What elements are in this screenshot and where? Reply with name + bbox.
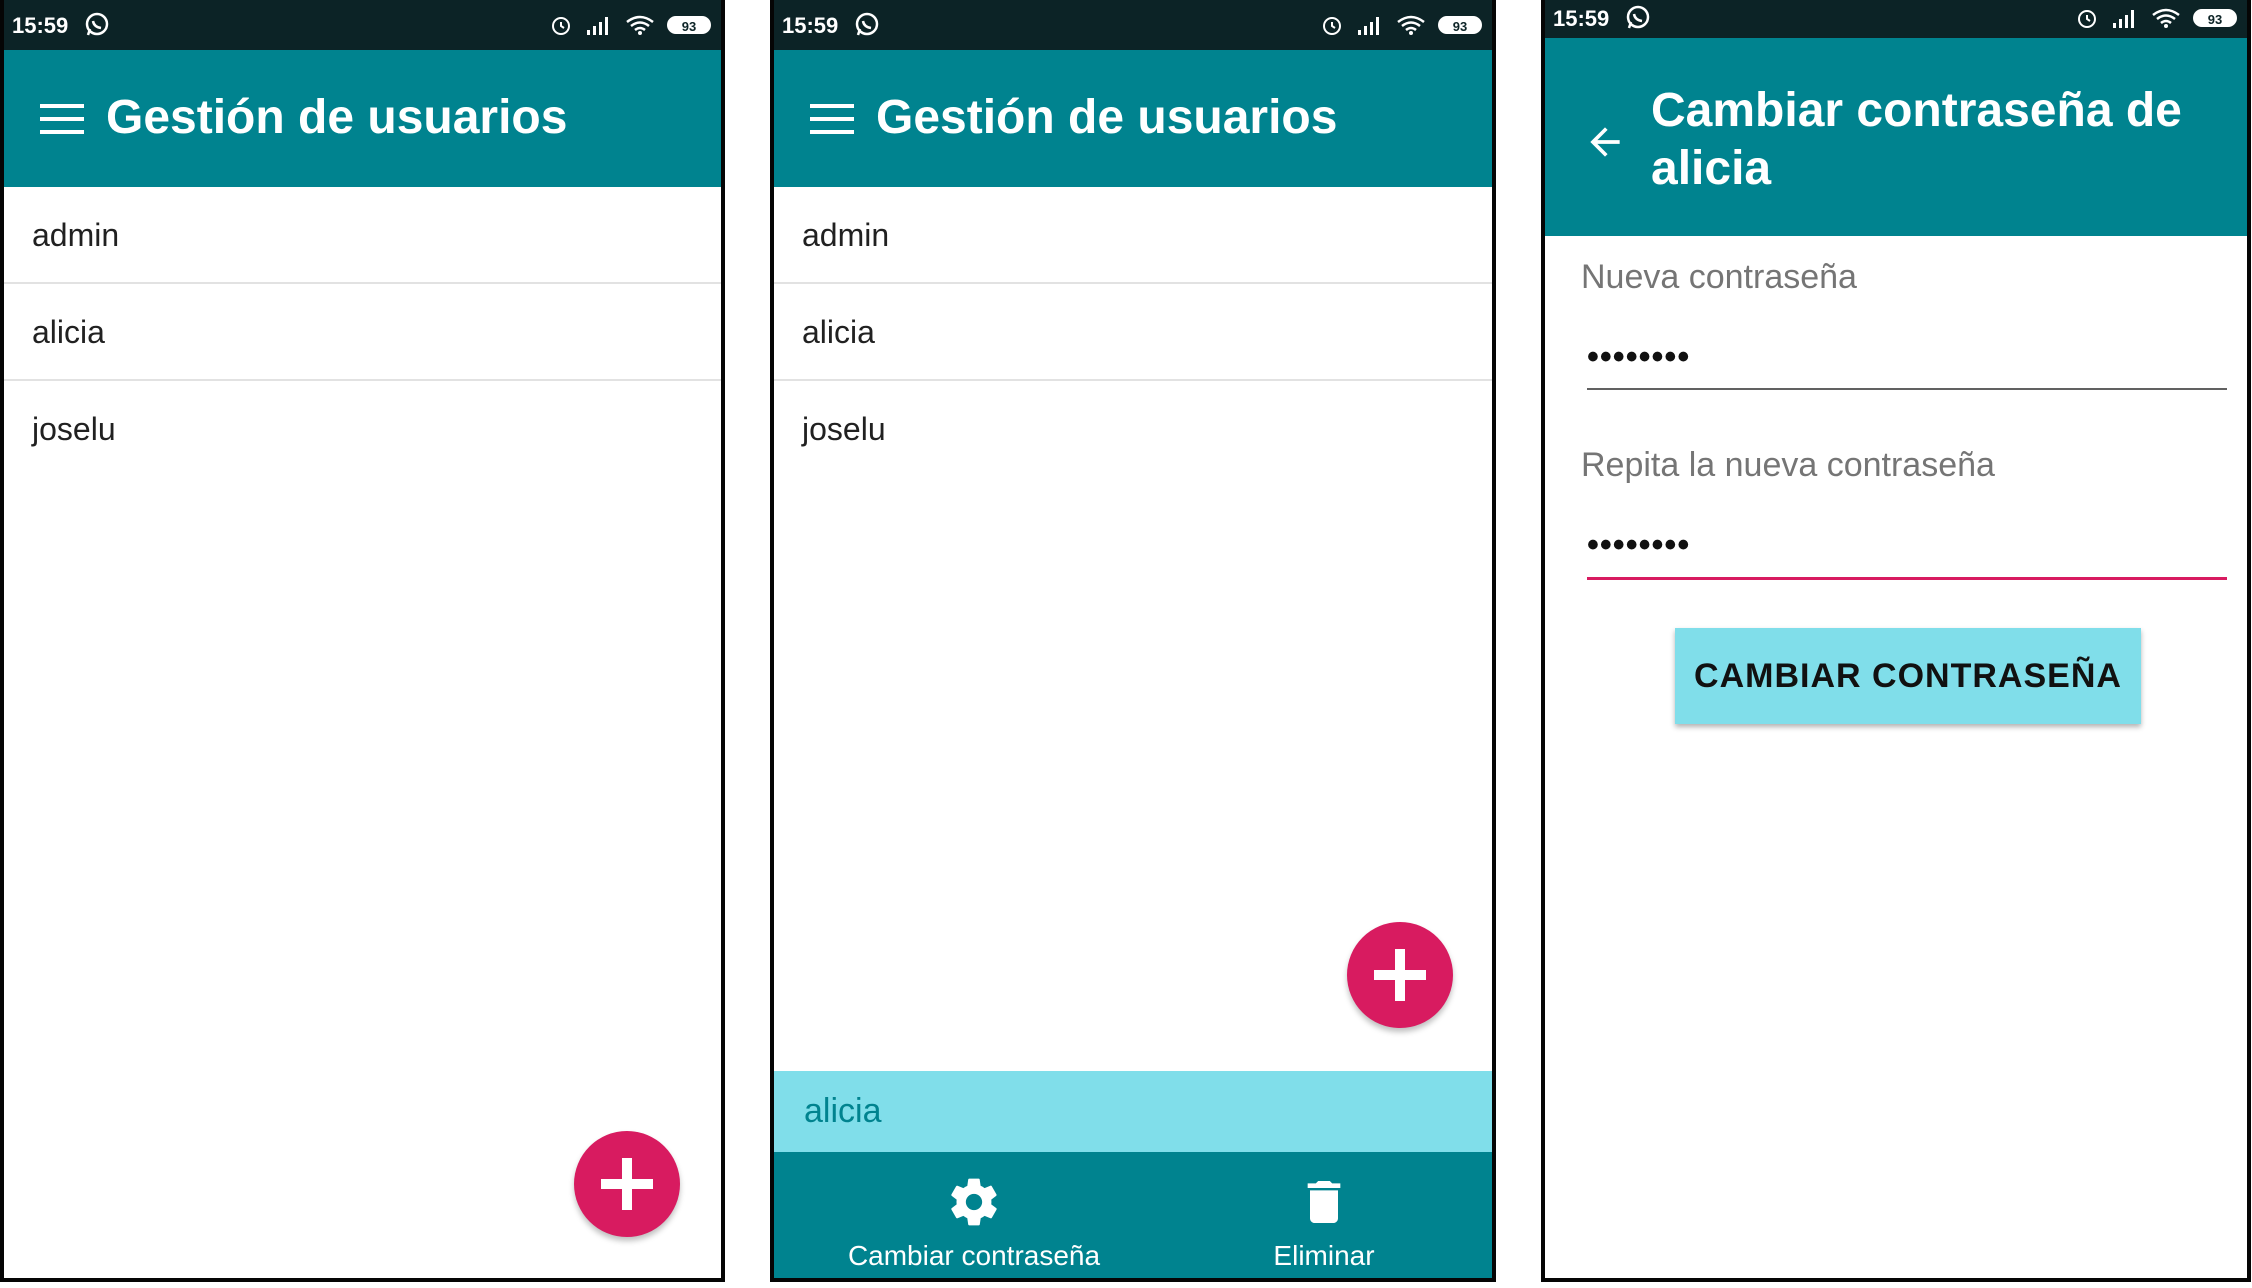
change-password-action[interactable]: Cambiar contraseña: [834, 1152, 1114, 1278]
signal-icon: [1358, 17, 1379, 35]
menu-icon[interactable]: [40, 102, 84, 136]
list-item-alicia[interactable]: alicia: [774, 284, 1492, 381]
repeat-password-label: Repita la nueva contraseña: [1581, 446, 1995, 484]
trash-icon: [1307, 1181, 1341, 1223]
bottom-action-bar: Cambiar contraseña Eliminar: [774, 1152, 1492, 1278]
signal-icon: [587, 17, 608, 35]
list-item-joselu[interactable]: joselu: [774, 381, 1492, 478]
page-title: Gestión de usuarios: [106, 91, 568, 144]
battery-icon: 93: [2193, 9, 2237, 27]
phone-screen-user-list: 15:59 93 Gestión de usuarios admin alici…: [0, 0, 725, 1282]
battery-icon: 93: [1438, 16, 1482, 34]
wifi-icon: [626, 15, 654, 35]
status-bar: 15:59 93: [774, 0, 1492, 50]
phone-screen-user-selected: 15:59 93 Gestión de usuarios admin alici…: [770, 0, 1496, 1282]
whatsapp-icon: [1626, 5, 1650, 29]
delete-label: Eliminar: [1273, 1240, 1375, 1271]
new-password-field[interactable]: ••••••••: [1587, 338, 1690, 377]
app-bar: Gestión de usuarios: [774, 50, 1492, 187]
user-list: admin alicia joselu: [774, 187, 1492, 478]
signal-icon: [2113, 10, 2134, 28]
list-item-alicia[interactable]: alicia: [4, 284, 721, 381]
app-bar: Cambiar contraseña de alicia: [1545, 38, 2247, 236]
list-item-admin[interactable]: admin: [4, 187, 721, 284]
change-password-button[interactable]: CAMBIAR CONTRASEÑA: [1675, 628, 2141, 724]
page-title: Cambiar contraseña de alicia: [1651, 84, 2182, 195]
wifi-icon: [2152, 8, 2180, 28]
new-password-label: Nueva contraseña: [1581, 258, 1857, 296]
add-icon: [601, 1158, 653, 1210]
status-time: 15:59: [1553, 6, 1610, 31]
menu-icon[interactable]: [810, 102, 854, 136]
status-bar: 15:59 93: [1545, 0, 2247, 38]
alarm-icon: [2078, 10, 2096, 28]
list-item-joselu[interactable]: joselu: [4, 381, 721, 478]
battery-icon: 93: [667, 16, 711, 34]
phone-screen-change-password: 15:59 93 Cambiar contraseña de alicia Nu…: [1541, 0, 2251, 1282]
add-user-button[interactable]: [574, 1131, 680, 1237]
change-password-label: Cambiar contraseña: [847, 1240, 1101, 1271]
page-title: Gestión de usuarios: [876, 91, 1338, 144]
user-list: admin alicia joselu: [4, 187, 721, 478]
status-time: 15:59: [782, 13, 839, 38]
repeat-password-field[interactable]: ••••••••: [1587, 526, 1690, 565]
add-icon: [1374, 949, 1426, 1001]
list-item-admin[interactable]: admin: [774, 187, 1492, 284]
add-user-button[interactable]: [1347, 922, 1453, 1028]
status-bar: 15:59 93: [4, 0, 721, 50]
whatsapp-icon: [85, 12, 109, 36]
new-password-underline: [1587, 388, 2227, 390]
alarm-icon: [552, 17, 570, 35]
back-arrow-icon[interactable]: [1583, 120, 1627, 164]
settings-gear-icon: [951, 1178, 997, 1226]
status-time: 15:59: [12, 13, 69, 38]
whatsapp-icon: [855, 12, 879, 36]
alarm-icon: [1323, 17, 1341, 35]
wifi-icon: [1397, 15, 1425, 35]
delete-action[interactable]: Eliminar: [1244, 1152, 1404, 1278]
app-bar: Gestión de usuarios: [4, 50, 721, 187]
selected-user-bar: alicia: [774, 1071, 1492, 1152]
repeat-password-underline-focused: [1587, 577, 2227, 580]
